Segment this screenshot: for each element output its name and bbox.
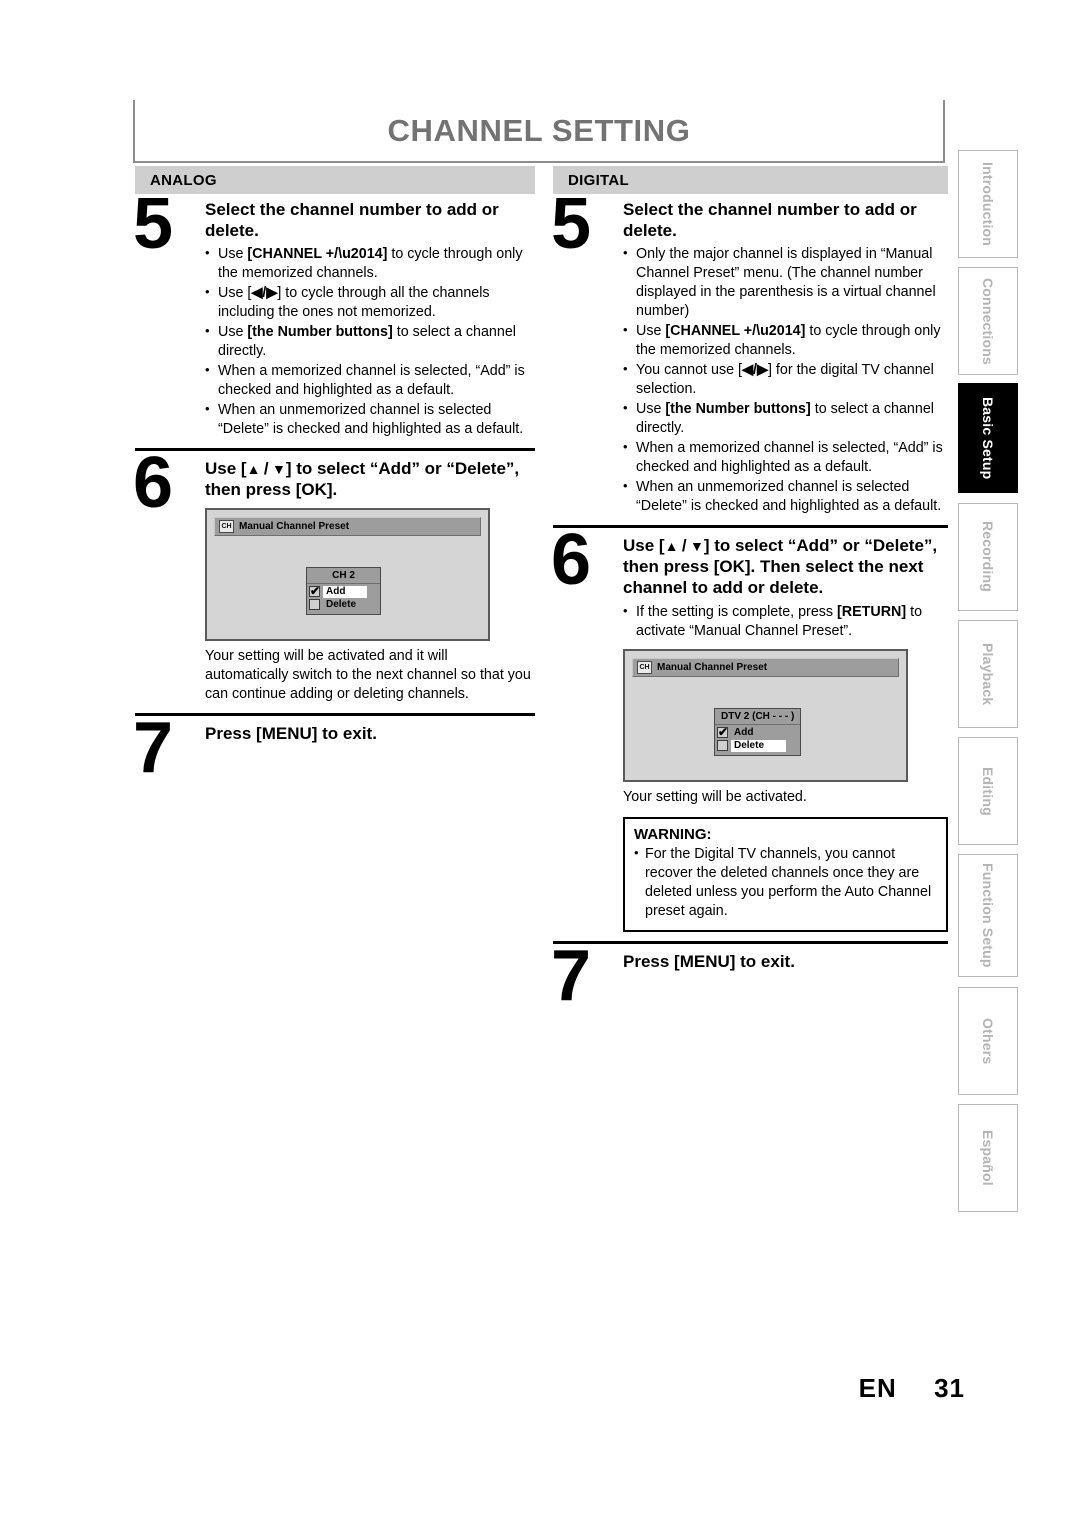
screen-stage: DTV 2 (CH - - - ) Add Delete (632, 677, 899, 773)
bullet-item: Only the major channel is displayed in “… (623, 244, 948, 321)
bullet-item: Use [CHANNEL +/\u2014] to cycle through … (205, 244, 535, 283)
page-footer: EN 31 (0, 1373, 1080, 1404)
dialog-row-delete[interactable]: Delete (717, 739, 798, 752)
digital-step6-bullets: If the setting is complete, press [RETUR… (623, 602, 948, 641)
section-header-analog: ANALOG (135, 166, 535, 194)
divider (135, 448, 535, 452)
bullet-item: Use [the Number buttons] to select a cha… (623, 399, 948, 438)
sidebar-item-recording[interactable]: Recording (958, 503, 1018, 611)
tab-label: Playback (980, 642, 996, 706)
sidebar-item-function-setup[interactable]: Function Setup (958, 854, 1018, 977)
step-heading: Press [MENU] to exit. (623, 951, 795, 971)
tab-label: Editing (980, 766, 996, 816)
tab-label: Recording (980, 521, 996, 593)
checkbox-icon[interactable] (717, 740, 728, 752)
step-number: 6 (133, 443, 173, 524)
row-label: Delete (731, 739, 787, 752)
screen-stage: CH 2 Add Delete (214, 536, 481, 632)
dialog-title: CH 2 (307, 568, 381, 584)
sidebar-item-basic-setup[interactable]: Basic Setup (958, 383, 1018, 493)
sidebar-item-playback[interactable]: Playback (958, 620, 1018, 728)
screen-titlebar: CH Manual Channel Preset (632, 657, 899, 677)
bullet-item: When a memorized channel is selected, “A… (205, 361, 535, 400)
tab-label: Others (980, 1017, 996, 1065)
bullet-item: When an unmemorized channel is selected … (623, 477, 948, 516)
analog-screen-mock: CH Manual Channel Preset CH 2 Add (205, 507, 490, 641)
step-heading: Use [▲ / ▼] to select “Add” or “Delete”,… (205, 459, 520, 500)
warning-box: WARNING: For the Digital TV channels, yo… (623, 816, 948, 932)
page-title: CHANNEL SETTING (387, 112, 691, 148)
dialog-row-add[interactable]: Add (309, 585, 378, 598)
row-label: Add (323, 585, 368, 598)
screen-title: Manual Channel Preset (657, 661, 768, 673)
page-title-bar: CHANNEL SETTING (133, 100, 945, 163)
checkbox-checked-icon[interactable] (717, 726, 728, 739)
step-number: 6 (551, 520, 591, 601)
digital-step6-note: Your setting will be activated. (623, 788, 807, 805)
checkbox-checked-icon[interactable] (309, 585, 320, 598)
footer-page-number: 31 (934, 1373, 965, 1403)
analog-step-5: 5 Select the channel number to add or de… (133, 188, 535, 439)
tab-label: Introduction (980, 161, 996, 247)
dialog-row-add[interactable]: Add (717, 726, 798, 739)
screen-title: Manual Channel Preset (239, 520, 350, 532)
footer-language: EN (858, 1373, 897, 1403)
add-delete-dialog: DTV 2 (CH - - - ) Add Delete (714, 707, 802, 756)
step-heading: Select the channel number to add or dele… (623, 200, 917, 240)
digital-step-7: 7 Press [MENU] to exit. (551, 940, 948, 1032)
sidebar-item-espanol[interactable]: Español (958, 1104, 1018, 1212)
dialog-rows: Add Delete (307, 584, 380, 614)
row-label: Add (734, 726, 754, 738)
step-heading: Select the channel number to add or dele… (205, 200, 499, 240)
bullet-item: Use [◀/▶] to cycle through all the chann… (205, 283, 535, 322)
divider (553, 525, 948, 529)
tab-label: Connections (980, 277, 996, 365)
analog-step-6: 6 Use [▲ / ▼] to select “Add” or “Delete… (133, 447, 535, 703)
digital-screen-mock: CH Manual Channel Preset DTV 2 (CH - - -… (623, 648, 908, 782)
step-number: 5 (133, 184, 173, 264)
sidebar-item-others[interactable]: Others (958, 987, 1018, 1095)
ch-chip-icon: CH (219, 519, 234, 533)
tab-label: Basic Setup (980, 396, 996, 480)
digital-step-6: 6 Use [▲ / ▼] to select “Add” or “Delete… (551, 524, 948, 932)
analog-step6-note: Your setting will be activated and it wi… (205, 647, 531, 702)
warning-title: WARNING: (634, 825, 712, 843)
tab-label: Español (980, 1130, 996, 1186)
digital-step5-bullets: Only the major channel is displayed in “… (623, 244, 948, 516)
bullet-item: Use [the Number buttons] to select a cha… (205, 322, 535, 361)
bullet-item: If the setting is complete, press [RETUR… (623, 602, 948, 641)
sidebar-item-editing[interactable]: Editing (958, 737, 1018, 845)
add-delete-dialog: CH 2 Add Delete (306, 566, 382, 615)
divider (135, 712, 535, 716)
step-number: 5 (551, 184, 591, 264)
divider (553, 940, 948, 944)
sidebar-item-connections[interactable]: Connections (958, 267, 1018, 375)
section-header-digital: DIGITAL (553, 166, 948, 194)
screen-titlebar: CH Manual Channel Preset (214, 516, 481, 536)
bullet-item: When an unmemorized channel is selected … (205, 400, 535, 439)
bullet-item: For the Digital TV channels, you cannot … (634, 844, 937, 921)
bullet-item: When a memorized channel is selected, “A… (623, 438, 948, 477)
bullet-item: You cannot use [◀/▶] for the digital TV … (623, 360, 948, 399)
ch-chip-icon: CH (637, 660, 652, 674)
dialog-rows: Add Delete (715, 725, 800, 755)
step-number: 7 (551, 935, 591, 1016)
sidebar-item-introduction[interactable]: Introduction (958, 150, 1018, 258)
dialog-row-delete[interactable]: Delete (309, 599, 378, 611)
digital-column: 5 Select the channel number to add or de… (551, 188, 948, 1032)
row-label: Delete (326, 598, 357, 610)
warning-bullets: For the Digital TV channels, you cannot … (634, 844, 937, 921)
step-heading: Use [▲ / ▼] to select “Add” or “Delete”,… (623, 536, 938, 597)
analog-step-7: 7 Press [MENU] to exit. (133, 712, 535, 804)
manual-page: CHANNEL SETTING ANALOG DIGITAL 5 Select … (0, 0, 1080, 1527)
digital-step-5: 5 Select the channel number to add or de… (551, 188, 948, 516)
step-heading: Press [MENU] to exit. (205, 723, 377, 743)
step-number: 7 (133, 707, 173, 788)
analog-column: 5 Select the channel number to add or de… (133, 188, 535, 804)
dialog-title: DTV 2 (CH - - - ) (715, 709, 801, 725)
tab-label: Function Setup (980, 863, 996, 968)
analog-step5-bullets: Use [CHANNEL +/\u2014] to cycle through … (205, 244, 535, 439)
checkbox-icon[interactable] (309, 599, 320, 611)
bullet-item: Use [CHANNEL +/\u2014] to cycle through … (623, 321, 948, 360)
